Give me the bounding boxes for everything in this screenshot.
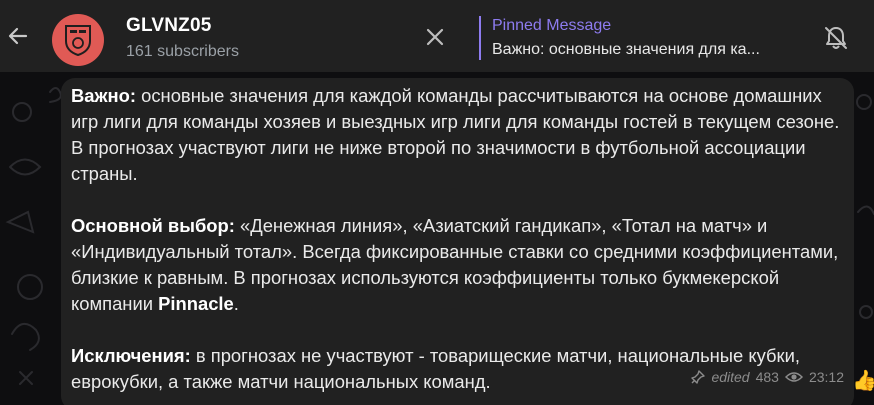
label-main-choice: Основной выбор: <box>71 215 235 236</box>
mute-button[interactable] <box>820 22 852 54</box>
pinned-message-bar[interactable]: Pinned Message Важно: основные значения … <box>479 16 812 60</box>
telegram-channel-window: GLVNZ05 161 subscribers Pinned Message В… <box>0 0 874 405</box>
message-meta: edited 483 23:12 <box>691 364 844 390</box>
label-important: Важно: <box>71 85 137 106</box>
channel-title: GLVNZ05 <box>126 15 212 36</box>
view-count: 483 <box>755 369 779 385</box>
close-pinned-button[interactable] <box>422 24 448 50</box>
channel-info[interactable]: GLVNZ05 161 subscribers <box>126 15 239 61</box>
pinned-label: Pinned Message <box>492 17 612 34</box>
team-crest-icon <box>65 25 91 57</box>
bell-off-icon <box>825 27 847 49</box>
edited-label: edited <box>711 369 750 385</box>
message-paragraph-2: Основной выбор: «Денежная линия», «Азиат… <box>71 213 844 317</box>
back-button[interactable] <box>4 20 32 52</box>
paragraph-1-text: основные значения для каждой команды рас… <box>71 85 840 184</box>
close-icon <box>426 28 444 46</box>
message-bubble[interactable]: Важно: основные значения для каждой кома… <box>61 78 854 405</box>
chat-header: GLVNZ05 161 subscribers Pinned Message В… <box>0 0 874 72</box>
back-arrow-icon <box>8 27 28 45</box>
pinned-text: Важно: основные значения для ка... <box>492 41 760 58</box>
bookmaker-name: Pinnacle <box>158 293 234 314</box>
subscriber-count: 161 subscribers <box>126 43 239 60</box>
message-paragraph-1: Важно: основные значения для каждой кома… <box>71 83 844 187</box>
paragraph-2-end: . <box>233 293 239 314</box>
label-exceptions: Исключения: <box>71 345 191 366</box>
message-time: 23:12 <box>808 369 844 385</box>
pin-icon <box>691 370 706 384</box>
eye-icon <box>784 372 803 382</box>
thumbs-up-icon[interactable]: 👍 <box>852 368 874 394</box>
channel-avatar[interactable] <box>52 14 104 66</box>
